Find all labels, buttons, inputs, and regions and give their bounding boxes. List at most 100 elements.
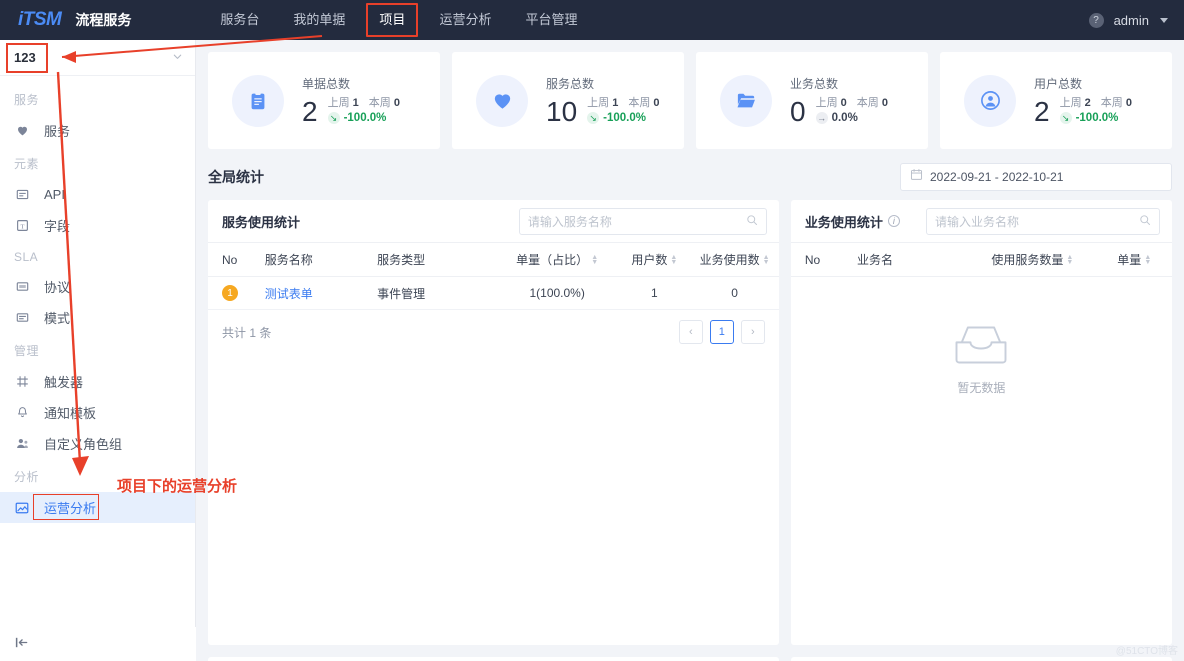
stat-card-title: 业务总数 <box>790 77 839 91</box>
sidebar-item-label: 触发器 <box>44 375 84 390</box>
col-no: No <box>790 242 857 277</box>
sidebar-item-notification-template[interactable]: 通知模板 <box>0 397 195 428</box>
cell-service-type: 事件管理 <box>376 276 496 310</box>
sidebar-item-api[interactable]: API <box>0 179 195 210</box>
sidebar-item-service[interactable]: 服务 <box>0 115 195 146</box>
page-title: 全局统计 <box>208 169 264 185</box>
stat-card-body: 用户总数 2 上周 2 本周 0 ↘ -100.0% <box>1034 75 1132 126</box>
stat-this-week: 本周 0 <box>368 97 400 109</box>
sidebar-item-trigger[interactable]: 触发器 <box>0 366 195 397</box>
search-icon[interactable] <box>1139 214 1151 229</box>
project-selector[interactable]: 123 <box>0 40 195 76</box>
stat-last-week: 上周 1 <box>587 97 619 109</box>
col-business-used[interactable]: 业务使用数 ▲ ▼ <box>690 242 779 277</box>
total-count-label: 共计 1 条 <box>222 325 272 340</box>
text-field-icon: T <box>14 218 30 234</box>
empty-state: 暂无数据 <box>791 277 1172 396</box>
pagination: ‹ 1 › <box>678 320 765 344</box>
calendar-icon <box>910 168 923 186</box>
date-range-value: 2022-09-21 - 2022-10-21 <box>930 170 1064 184</box>
main-content: 单据总数 2 上周 1 本周 0 ↘ -100.0% 服务总数 10 上周 1 … <box>196 40 1184 661</box>
trigger-icon <box>14 374 30 390</box>
tab-project[interactable]: 项目 <box>362 0 422 40</box>
user-menu-label[interactable]: admin <box>1114 13 1149 28</box>
pagination-next[interactable]: › <box>740 320 765 344</box>
stat-this-week: 本周 0 <box>628 97 660 109</box>
sidebar-footer <box>0 627 196 661</box>
pagination-prev[interactable]: ‹ <box>678 320 703 344</box>
chevron-down-icon[interactable] <box>1160 17 1168 23</box>
cell-no: 1 <box>208 276 264 310</box>
sort-icon[interactable]: ▲ ▼ <box>670 254 677 266</box>
col-quantity[interactable]: 单量（占比） ▲ ▼ <box>495 242 619 277</box>
tab-platform-management[interactable]: 平台管理 <box>508 0 594 40</box>
service-usage-title: 服务使用统计 <box>222 214 301 230</box>
sort-icon[interactable]: ▲ ▼ <box>591 254 598 266</box>
sort-icon[interactable]: ▲ ▼ <box>763 254 770 266</box>
collapse-sidebar-icon[interactable] <box>14 635 29 653</box>
pagination-page-1[interactable]: 1 <box>709 320 734 344</box>
tab-service-desk[interactable]: 服务台 <box>203 0 276 40</box>
agreement-icon <box>14 279 30 295</box>
arrow-down-right-icon: ↘ <box>1059 112 1072 124</box>
col-service-type: 服务类型 <box>376 242 496 277</box>
stat-card-total-tickets: 单据总数 2 上周 1 本周 0 ↘ -100.0% <box>208 52 440 149</box>
col-service-count[interactable]: 使用服务数量 ▲ ▼ <box>968 242 1097 277</box>
stat-card-title: 服务总数 <box>546 77 595 91</box>
date-range-picker[interactable]: 2022-09-21 - 2022-10-21 <box>900 163 1172 191</box>
sidebar-item-label: 服务 <box>44 124 71 139</box>
service-name-link[interactable]: 测试表单 <box>265 287 313 301</box>
global-statistics-header: 全局统计 2022-09-21 - 2022-10-21 <box>208 163 1172 191</box>
sidebar-item-mode[interactable]: 模式 <box>0 302 195 333</box>
api-icon <box>14 187 30 203</box>
heart-icon <box>14 123 30 139</box>
clipboard-icon <box>232 74 284 127</box>
tab-operation-analysis[interactable]: 运营分析 <box>422 0 508 40</box>
stat-card-body: 业务总数 0 上周 0 本周 0 → 0.0% <box>790 75 888 126</box>
cell-service-name: 测试表单 <box>263 276 377 310</box>
col-quantity[interactable]: 单量 ▲ ▼ <box>1096 242 1172 277</box>
business-search-box[interactable]: 请输入业务名称 <box>926 207 1160 235</box>
question-circle-icon[interactable]: ? <box>1088 12 1104 28</box>
stat-card-total-services: 服务总数 10 上周 1 本周 0 ↘ -100.0% <box>452 52 684 149</box>
sidebar-item-custom-role-group[interactable]: 自定义角色组 <box>0 428 195 459</box>
sidebar-item-label: 通知模板 <box>44 406 97 421</box>
business-usage-table: No 业务名 使用服务数量 ▲ ▼ 单量 ▲ ▼ <box>790 242 1172 277</box>
business-search-placeholder: 请输入业务名称 <box>935 214 1020 229</box>
user-group-icon <box>14 436 30 452</box>
heart-icon <box>476 74 528 127</box>
col-business-name: 业务名 <box>856 242 969 277</box>
app-logo: iTSM <box>18 9 62 30</box>
business-usage-title: 业务使用统计 <box>804 214 883 230</box>
sort-icon[interactable]: ▲ ▼ <box>1144 254 1151 266</box>
folder-icon <box>720 74 772 127</box>
project-name: 123 <box>14 50 36 65</box>
sidebar-item-label: 字段 <box>44 219 71 234</box>
stat-card-value: 10 <box>546 95 578 127</box>
arrow-right-icon: → <box>815 112 828 124</box>
stat-trend-value: -100.0% <box>343 112 387 124</box>
info-circle-icon[interactable]: i <box>887 215 900 227</box>
statistics-panels: 服务使用统计 请输入服务名称 No 服务名称 服务类型 单量（占比） ▲ ▼ 用… <box>208 200 1172 645</box>
sidebar-item-agreement[interactable]: 协议 <box>0 271 195 302</box>
ticket-count-by-type-panel: 单据数量-按类型统计 <box>208 657 779 661</box>
col-users[interactable]: 用户数 ▲ ▼ <box>618 242 691 277</box>
stat-card-body: 单据总数 2 上周 1 本周 0 ↘ -100.0% <box>302 75 400 126</box>
sidebar-item-field[interactable]: T 字段 <box>0 210 195 241</box>
sort-icon[interactable]: ▲ ▼ <box>1066 254 1073 266</box>
service-search-box[interactable]: 请输入服务名称 <box>518 207 767 235</box>
col-service-name: 服务名称 <box>263 242 377 277</box>
business-usage-panel-header: 业务使用统计 i 请输入业务名称 <box>791 200 1172 242</box>
sidebar-item-label: 模式 <box>44 311 71 326</box>
search-icon[interactable] <box>746 214 758 229</box>
service-table-footer: 共计 1 条 ‹ 1 › <box>208 310 779 354</box>
tab-my-tickets[interactable]: 我的单据 <box>276 0 362 40</box>
sidebar-menu: 服务 服务 元素 API T 字段 SLA 协议 模式 管理 触发器 通知模板 … <box>0 76 195 523</box>
table-header-row: No 业务名 使用服务数量 ▲ ▼ 单量 ▲ ▼ <box>790 242 1172 277</box>
watermark: @51CTO博客 <box>1115 646 1178 657</box>
sidebar-group-elements: 元素 <box>14 157 40 171</box>
stat-last-week: 上周 1 <box>327 97 359 109</box>
stat-card-value: 2 <box>302 95 318 127</box>
sidebar-item-operation-analysis[interactable]: 运营分析 <box>0 492 195 523</box>
bottom-chart-panels: 单据数量-按类型统计 单据状态占比 <box>208 657 1172 661</box>
